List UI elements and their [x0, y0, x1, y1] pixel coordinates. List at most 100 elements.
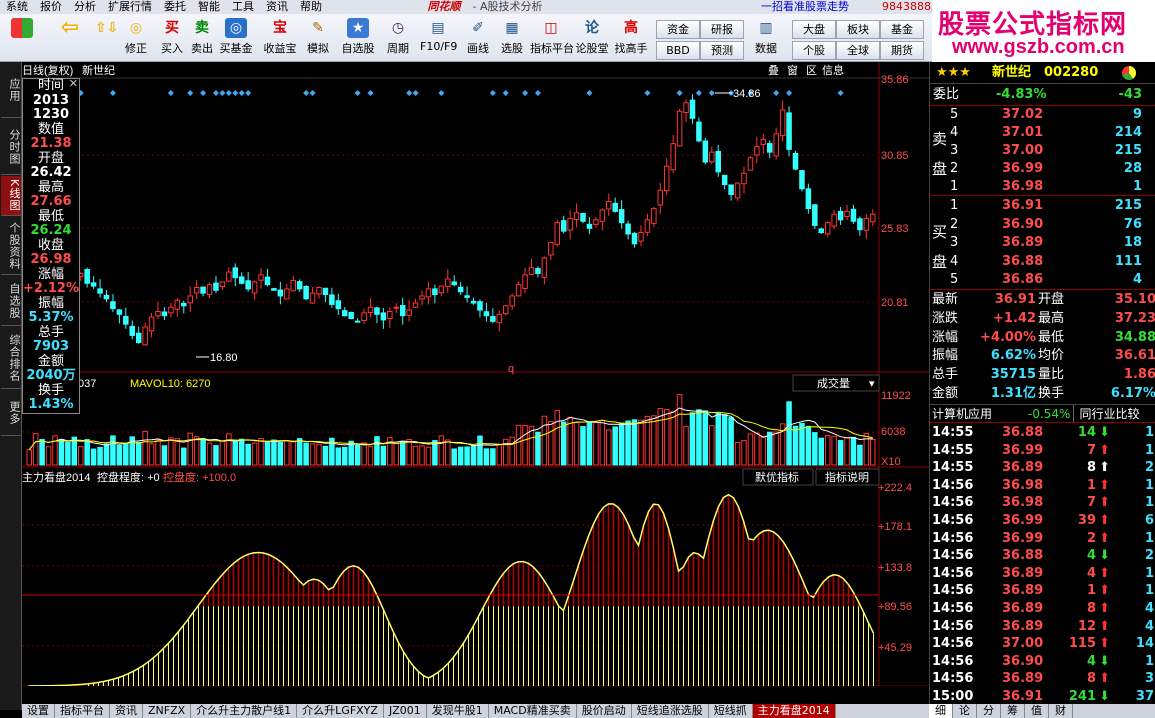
- stat-row: 涨幅 +4.00% 最低 34.88: [930, 329, 1155, 347]
- quote-tab[interactable]: 论: [953, 704, 977, 718]
- range-button[interactable]: 区: [806, 65, 817, 77]
- futures-button[interactable]: 期货: [880, 41, 924, 60]
- back-button[interactable]: ⇦: [52, 17, 88, 60]
- global-button[interactable]: 全球: [836, 41, 880, 60]
- compare-button[interactable]: 同行业比较: [1073, 405, 1145, 423]
- quote-tab[interactable]: 分: [977, 704, 1001, 718]
- sell-order-row[interactable]: 4 37.01 214: [930, 124, 1155, 142]
- sidenav-more[interactable]: 更多: [1, 390, 21, 436]
- window-button[interactable]: 窗: [787, 63, 798, 77]
- menu-quote[interactable]: 报价: [34, 0, 68, 14]
- tab-item[interactable]: 短线抓: [709, 704, 753, 718]
- candle-body: [573, 212, 580, 220]
- tab-item[interactable]: JZ001: [384, 704, 427, 718]
- menu-extended[interactable]: 扩展行情: [102, 0, 158, 14]
- tab-item[interactable]: 资讯: [110, 704, 143, 718]
- menu-system[interactable]: 系统: [0, 0, 34, 14]
- sector-button[interactable]: 板块: [836, 20, 880, 39]
- volume-dropdown[interactable]: 成交量: [817, 376, 850, 390]
- volume-bar: [773, 431, 779, 466]
- tab-item[interactable]: 介么升主力散户线1: [191, 704, 298, 718]
- buy-order-row[interactable]: 1 36.91 215: [930, 197, 1155, 215]
- quote-tab[interactable]: 细: [929, 704, 953, 718]
- draw-button[interactable]: ✐ 画线: [460, 18, 496, 60]
- tab-item[interactable]: 短线追涨选股: [632, 704, 709, 718]
- menu-help[interactable]: 帮助: [294, 0, 328, 14]
- menu-smart[interactable]: 智能: [192, 0, 226, 14]
- forecast-button[interactable]: 预测: [700, 41, 744, 60]
- info-button[interactable]: 信息: [822, 63, 844, 77]
- tick-price: 36.89: [1002, 618, 1044, 634]
- volume-bar: [522, 425, 528, 466]
- overlay-button[interactable]: 叠: [768, 64, 779, 77]
- sell-order-row[interactable]: 2 36.99 28: [930, 160, 1155, 178]
- order-level: 3: [950, 235, 959, 250]
- fund-nav-button[interactable]: 基金: [880, 20, 924, 39]
- select-stock-button[interactable]: ▦ 选股: [494, 18, 530, 60]
- close-icon[interactable]: ✕: [69, 77, 78, 92]
- buy-order-row[interactable]: 5 36.86 4: [930, 271, 1155, 289]
- sidenav-timeshare[interactable]: 分时图: [1, 119, 21, 175]
- kline-chart-area[interactable]: 35.86 30.85 25.83 20.81 11922 6038 X10 +…: [22, 62, 929, 686]
- data-button[interactable]: ▥ 数据: [748, 18, 784, 60]
- sidenav-app[interactable]: 应用: [1, 62, 21, 118]
- sell-button[interactable]: 卖卖出: [184, 18, 220, 60]
- candle-body: [322, 287, 329, 296]
- candle-body: [226, 271, 232, 282]
- sidenav-kline[interactable]: K线图: [1, 176, 21, 216]
- watchlist-button[interactable]: ★ 自选股: [340, 18, 376, 60]
- sell-order-row[interactable]: 5 37.02 9: [930, 106, 1155, 124]
- research-button[interactable]: 研报: [700, 20, 744, 39]
- sidenav-profile[interactable]: 个股资料: [1, 217, 21, 275]
- sell-order-row[interactable]: 1 36.98 1: [930, 178, 1155, 196]
- slogan-link[interactable]: 一招看准股票走势: [755, 0, 855, 14]
- stock-button[interactable]: 个股: [792, 41, 836, 60]
- tab-item[interactable]: 股价启动: [577, 704, 632, 718]
- sell-order-row[interactable]: 3 37.00 215: [930, 142, 1155, 160]
- optimize-indicator-button[interactable]: 默优指标: [755, 470, 799, 484]
- pie-chart-icon[interactable]: [1122, 66, 1136, 80]
- buy-order-row[interactable]: 2 36.90 76: [930, 216, 1155, 234]
- fix-button[interactable]: ◎ 修正: [118, 18, 154, 60]
- quote-tab[interactable]: 财: [1049, 704, 1073, 718]
- layout-button[interactable]: [4, 18, 40, 60]
- menu-trade[interactable]: 委托: [158, 0, 192, 14]
- stat-label: 最高: [1038, 310, 1065, 326]
- sidenav-watchlist[interactable]: 自选股: [1, 276, 21, 326]
- volume-tick: 6038: [881, 426, 905, 438]
- market-button[interactable]: 大盘: [792, 20, 836, 39]
- sidenav-ranking[interactable]: 综合排名: [1, 327, 21, 389]
- tick-price: 36.89: [1002, 671, 1044, 687]
- tab-item[interactable]: 发现牛股1: [427, 704, 489, 718]
- period-button[interactable]: ◷ 周期: [380, 18, 416, 60]
- menu-news[interactable]: 资讯: [260, 0, 294, 14]
- quote-tab[interactable]: 筹: [1001, 704, 1025, 718]
- buy-order-row[interactable]: 3 36.89 18: [930, 234, 1155, 252]
- quote-tab[interactable]: 值: [1025, 704, 1049, 718]
- chevron-down-icon[interactable]: ▾: [869, 378, 875, 390]
- tab-item[interactable]: 介么升LGFXYZ: [297, 704, 384, 718]
- treasure-button[interactable]: 宝收益宝: [262, 18, 298, 60]
- tab-item[interactable]: MACD精准买卖: [489, 704, 577, 718]
- fund-button[interactable]: ◎ 买基金: [218, 18, 254, 60]
- forum-button[interactable]: 论论股堂: [573, 18, 611, 60]
- menu-analysis[interactable]: 分析: [68, 0, 102, 14]
- f10-button[interactable]: ▤ F10/F9: [420, 18, 457, 60]
- simulate-button[interactable]: ✎ 模拟: [300, 18, 336, 60]
- menu-tools[interactable]: 工具: [226, 0, 260, 14]
- bbd-button[interactable]: BBD: [656, 41, 700, 60]
- candle-body: [818, 228, 825, 234]
- volume-bar: [554, 410, 561, 466]
- candle-body: [709, 151, 715, 163]
- kline-chart[interactable]: 35.86 30.85 25.83 20.81 11922 6038 X10 +…: [22, 62, 929, 686]
- tab-item[interactable]: 指标平台: [55, 704, 110, 718]
- indicator-platform-button[interactable]: ◫ 指标平台: [530, 18, 574, 60]
- indicator-help-button[interactable]: 指标说明: [825, 470, 869, 484]
- buy-order-row[interactable]: 4 36.88 111: [930, 253, 1155, 271]
- tab-item[interactable]: ZNFZX: [143, 704, 192, 718]
- candle-body: [683, 102, 689, 114]
- capital-button[interactable]: 资金: [656, 20, 700, 39]
- tab-item[interactable]: 设置: [22, 704, 55, 718]
- expert-button[interactable]: 高找高手: [612, 18, 650, 60]
- tab-item[interactable]: 主力看盘2014: [752, 704, 836, 718]
